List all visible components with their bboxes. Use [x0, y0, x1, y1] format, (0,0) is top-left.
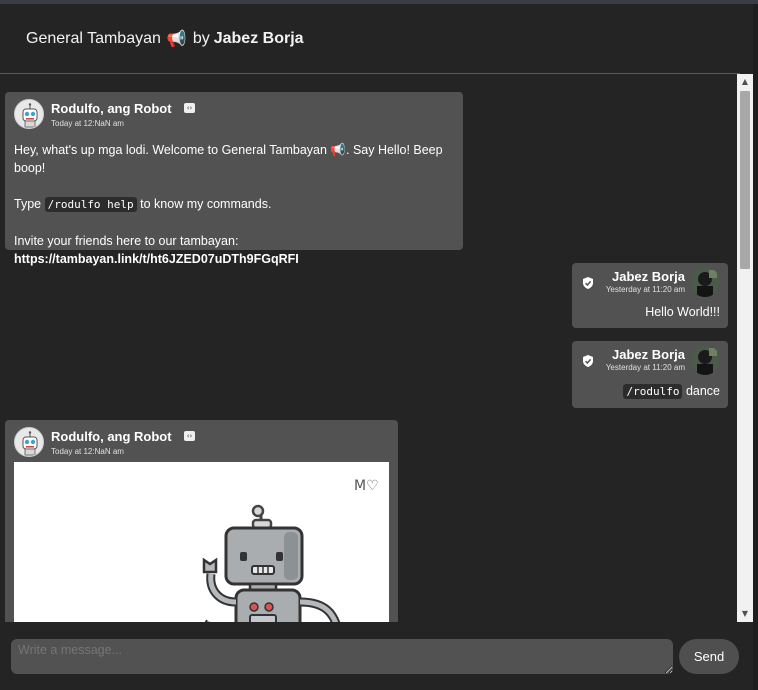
- megaphone-icon: 📢: [166, 30, 187, 48]
- message-timestamp: Today at 12:NaN am: [51, 446, 124, 456]
- channel-header: General Tambayan 📢 by Jabez Borja: [0, 4, 758, 73]
- message-timestamp: Today at 12:NaN am: [51, 118, 124, 128]
- header-by-label: by: [192, 29, 210, 47]
- robot-avatar[interactable]: [14, 427, 44, 457]
- inline-code: /rodulfo: [623, 384, 683, 399]
- message-header: Rodulfo, ang Robot ‹› Today at 12:NaN am: [14, 427, 389, 457]
- invite-link[interactable]: https://tambayan.link/t/ht6JZED07uDTh9FG…: [14, 250, 454, 268]
- shield-check-icon: [583, 355, 593, 367]
- scroll-up-icon[interactable]: ▲: [737, 74, 753, 90]
- window-right-edge: [753, 4, 758, 690]
- scroll-down-icon[interactable]: ▼: [737, 606, 753, 622]
- message-author: Rodulfo, ang Robot: [51, 100, 172, 116]
- message-composer: Send: [0, 622, 753, 690]
- message-text: Type: [14, 197, 45, 211]
- channel-title: General Tambayan: [26, 29, 161, 47]
- message-input[interactable]: [11, 639, 673, 674]
- user-avatar[interactable]: [690, 345, 720, 375]
- inline-code: /rodulfo help: [44, 197, 137, 212]
- message-bot-image: Rodulfo, ang Robot ‹› Today at 12:NaN am…: [5, 420, 398, 622]
- message-header: Jabez Borja Yesterday at 11:20 am: [581, 345, 720, 375]
- bot-badge-icon: ‹›: [184, 431, 196, 442]
- scrollbar-thumb[interactable]: [740, 91, 750, 269]
- message-text: to know my commands.: [136, 197, 272, 211]
- robot-image[interactable]: M♡: [14, 462, 389, 622]
- message-author: Jabez Borja: [612, 347, 685, 362]
- message-text: dance: [682, 384, 720, 398]
- shield-check-icon: [583, 277, 593, 289]
- chat-scrollbar[interactable]: ▲ ▼: [737, 74, 753, 622]
- message-own-command: Jabez Borja Yesterday at 11:20 am /rodul…: [572, 341, 728, 408]
- user-avatar[interactable]: [690, 267, 720, 297]
- message-timestamp: Yesterday at 11:20 am: [605, 285, 685, 294]
- message-list[interactable]: Rodulfo, ang Robot ‹› Today at 12:NaN am…: [0, 74, 737, 622]
- message-author: Rodulfo, ang Robot: [51, 428, 172, 444]
- message-timestamp: Yesterday at 11:20 am: [605, 363, 685, 372]
- message-body: Hey, what's up mga lodi. Welcome to Gene…: [14, 141, 454, 268]
- message-body: /rodulfo dance: [581, 382, 720, 401]
- message-line: Type /rodulfo help to know my commands.: [14, 195, 454, 214]
- message-header: Jabez Borja Yesterday at 11:20 am: [581, 267, 720, 297]
- message-author: Jabez Borja: [612, 269, 685, 284]
- message-header: Rodulfo, ang Robot ‹› Today at 12:NaN am: [14, 99, 454, 129]
- channel-owner: Jabez Borja: [213, 29, 304, 47]
- bot-badge-icon: ‹›: [184, 103, 196, 114]
- message-line: Hey, what's up mga lodi. Welcome to Gene…: [14, 143, 443, 175]
- send-button[interactable]: Send: [679, 639, 739, 674]
- message-body: Hello World!!!: [645, 305, 720, 319]
- robot-avatar[interactable]: [14, 99, 44, 129]
- message-own-hello: Jabez Borja Yesterday at 11:20 am Hello …: [572, 263, 728, 328]
- message-line: Invite your friends here to our tambayan…: [14, 234, 239, 248]
- artist-signature: M♡: [354, 478, 379, 494]
- message-bot-welcome: Rodulfo, ang Robot ‹› Today at 12:NaN am…: [5, 92, 463, 266]
